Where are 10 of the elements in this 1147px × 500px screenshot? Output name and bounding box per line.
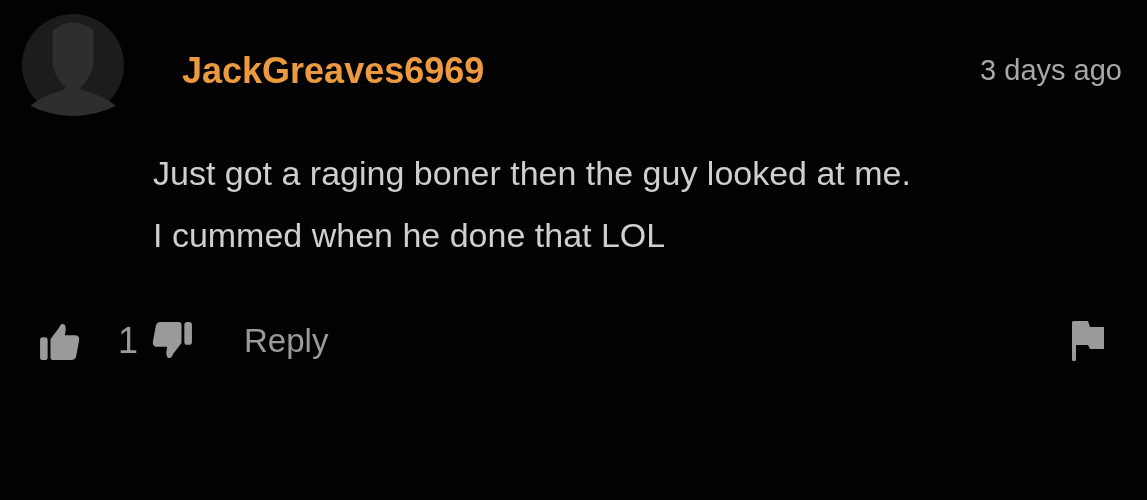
thumbs-down-icon[interactable]: [152, 322, 193, 360]
comment-text: I cummed when he done that LOL: [153, 215, 667, 256]
timestamp: 3 days ago: [980, 53, 1122, 87]
reply-link[interactable]: Reply: [244, 322, 329, 360]
username[interactable]: JackGreaves6969: [182, 28, 485, 92]
comment-text: Just got a raging boner then the guy looked at me.: [153, 153, 912, 194]
thumbs-up-icon[interactable]: [40, 322, 80, 360]
flag-icon[interactable]: [1072, 321, 1104, 361]
avatar-silhouette-icon: [22, 14, 124, 116]
like-count: 1: [118, 320, 139, 362]
